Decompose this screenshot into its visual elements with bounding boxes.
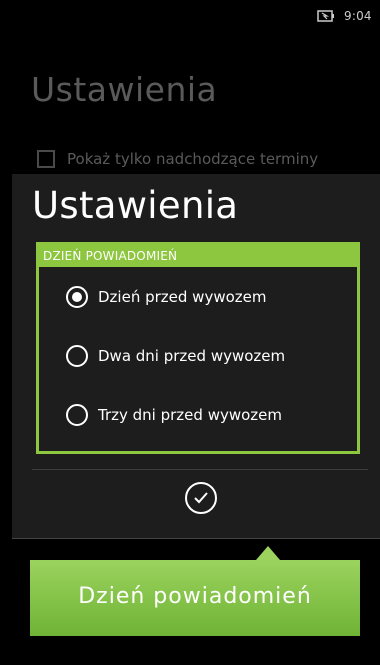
status-bar: 9:04 xyxy=(0,0,380,30)
page-title: Ustawienia xyxy=(31,70,218,109)
dialog-title: Ustawienia xyxy=(32,184,239,227)
battery-icon xyxy=(317,10,334,22)
option-label: Dwa dni przed wywozem xyxy=(98,347,286,365)
confirm-button[interactable] xyxy=(185,482,217,514)
checkmark-icon xyxy=(194,492,208,504)
radio-icon[interactable] xyxy=(66,345,88,367)
upcoming-only-label: Pokaż tylko nadchodzące terminy xyxy=(67,150,319,168)
status-time: 9:04 xyxy=(344,9,372,23)
option-label: Dzień przed wywozem xyxy=(98,288,267,306)
divider xyxy=(32,469,368,470)
option-two-days-before[interactable]: Dwa dni przed wywozem xyxy=(66,341,285,371)
option-three-days-before[interactable]: Trzy dni przed wywozem xyxy=(66,400,282,430)
tooltip-arrow xyxy=(256,546,280,560)
settings-dialog: Ustawienia DZIEŃ POWIADOMIEŃ Dzień przed… xyxy=(12,174,380,539)
radio-icon[interactable] xyxy=(66,404,88,426)
tooltip-text: Dzień powiadomień xyxy=(78,584,312,609)
option-one-day-before[interactable]: Dzień przed wywozem xyxy=(66,282,266,312)
tooltip: Dzień powiadomień xyxy=(30,546,360,636)
group-header: DZIEŃ POWIADOMIEŃ xyxy=(39,245,357,267)
radio-selected-icon[interactable] xyxy=(66,286,88,308)
upcoming-only-checkbox[interactable] xyxy=(37,150,55,168)
option-label: Trzy dni przed wywozem xyxy=(98,406,282,424)
notification-day-group: DZIEŃ POWIADOMIEŃ Dzień przed wywozem Dw… xyxy=(36,242,360,454)
